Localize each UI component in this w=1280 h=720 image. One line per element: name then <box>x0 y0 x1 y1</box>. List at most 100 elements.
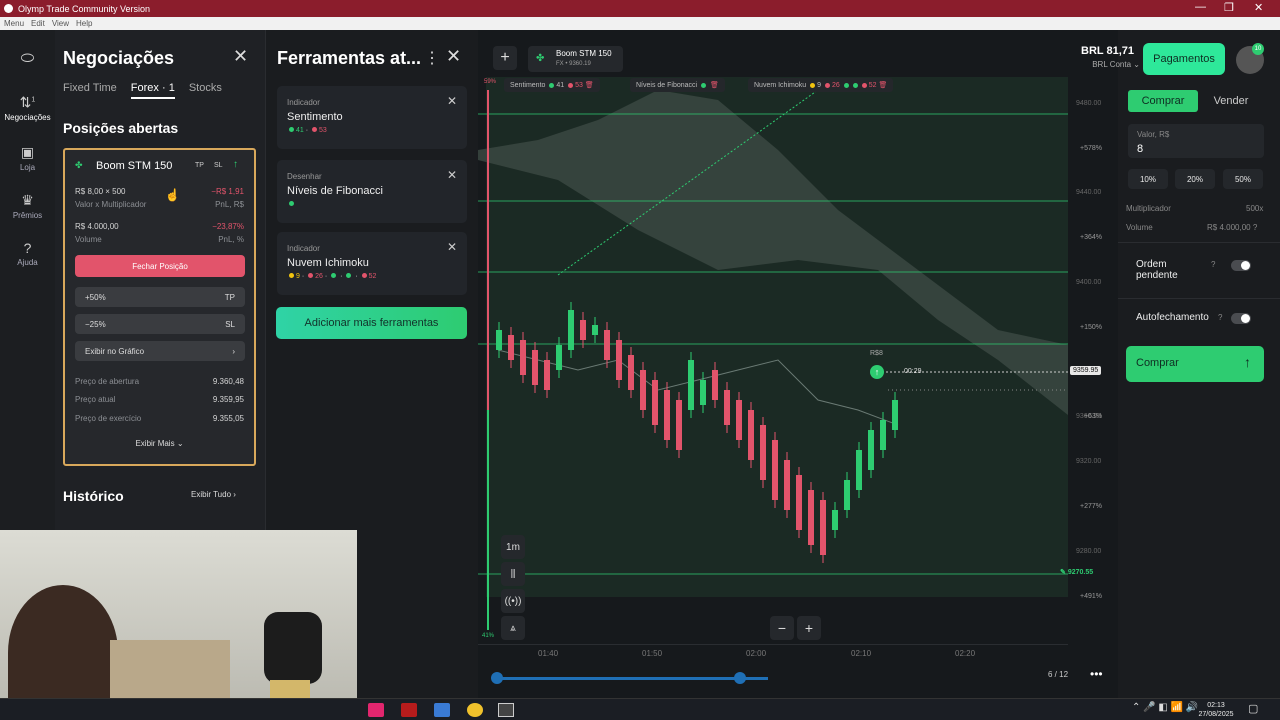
menu-bar: Menu Edit View Help <box>0 17 1280 30</box>
window-title: Olymp Trade Community Version <box>18 3 151 14</box>
maximize-icon[interactable]: ❐ <box>1224 1 1234 14</box>
legend-ichimoku[interactable]: Nuvem Ichimoku 9 26 52 🗑 <box>748 78 894 92</box>
taskbar-app-icon[interactable] <box>434 703 450 717</box>
tools-title: Ferramentas at... <box>277 48 422 68</box>
close-tools-icon[interactable]: ✕ <box>446 46 461 67</box>
menu-item-edit[interactable]: Edit <box>31 19 45 28</box>
legend-sentimento[interactable]: Sentimento 41 53 🗑 <box>504 78 600 92</box>
sell-tab[interactable]: Vender <box>1198 90 1264 112</box>
tab-forex[interactable]: Forex · 1 <box>130 82 175 99</box>
app-logo-icon <box>4 4 13 13</box>
show-on-chart-button[interactable]: Exibir no Gráfico › <box>75 341 245 361</box>
autoclose-toggle[interactable] <box>1231 313 1251 324</box>
tray-icons[interactable]: ⌃ 🎤 ◧ 📶 🔊 <box>1132 702 1198 713</box>
add-chart-button[interactable]: + <box>493 46 517 70</box>
taskbar-app-icon[interactable] <box>401 703 417 717</box>
pending-order-toggle[interactable] <box>1231 260 1251 271</box>
candle <box>832 510 838 530</box>
trophy-icon: ♛ <box>21 192 34 208</box>
time-tick: 01:50 <box>642 649 663 658</box>
legend-fibonacci[interactable]: Níveis de Fibonacci 🗑 <box>630 78 725 92</box>
price-tick: 9480.00 <box>1076 100 1102 107</box>
help-icon[interactable]: ? <box>1218 313 1222 322</box>
time-tick: 02:20 <box>955 649 976 658</box>
payments-button[interactable]: Pagamentos <box>1143 43 1225 75</box>
pencil-icon: ✎ <box>1060 569 1066 576</box>
candle <box>820 500 826 555</box>
menu-item-view[interactable]: View <box>52 19 69 28</box>
notifications-icon[interactable]: ▢ <box>1248 702 1258 715</box>
timeline-scrollbar[interactable] <box>496 677 768 680</box>
chart-area[interactable]: + ✤ Boom STM 150 FX • 9360.19 59% 41% Se… <box>478 30 1118 698</box>
menu-item-menu[interactable]: Menu <box>4 19 24 28</box>
help-icon: ? <box>1252 223 1258 232</box>
balance: BRL 81,71 <box>1081 45 1134 57</box>
trade-amount-label: R$8 <box>870 350 883 357</box>
candle <box>508 335 514 360</box>
taskbar-app-icon[interactable] <box>498 703 514 717</box>
preset-50-button[interactable]: 50% <box>1223 169 1263 189</box>
clock[interactable]: 02:13 27/08/2025 <box>1196 701 1236 719</box>
candle <box>664 390 670 440</box>
preset-20-button[interactable]: 20% <box>1175 169 1215 189</box>
tool-card-sentimento[interactable]: Indicador Sentimento ✕ 41 · 53 <box>277 86 467 149</box>
taskbar-app-icon[interactable] <box>467 703 483 717</box>
candle <box>652 380 658 425</box>
buy-button[interactable]: Comprar ↑ <box>1126 346 1264 382</box>
minimize-icon[interactable]: — <box>1195 1 1206 13</box>
tab-stocks[interactable]: Stocks <box>189 82 222 99</box>
drawing-tools-icon[interactable]: ⩓ <box>501 616 525 640</box>
price-chart[interactable] <box>478 30 1118 698</box>
nav-item-premios[interactable]: ♛ Prêmios <box>0 192 55 220</box>
candle <box>856 450 862 490</box>
more-options-icon[interactable]: ••• <box>1090 667 1103 681</box>
amount-input[interactable]: Valor, R$ 8 <box>1128 124 1264 158</box>
candle <box>556 345 562 370</box>
add-tools-button[interactable]: Adicionar mais ferramentas <box>276 307 467 339</box>
timeframe-button[interactable]: 1m <box>501 535 525 559</box>
tab-fixed-time[interactable]: Fixed Time <box>63 82 117 99</box>
taskbar-app-icon[interactable] <box>368 703 384 717</box>
close-trades-icon[interactable]: ✕ <box>233 46 248 67</box>
close-window-icon[interactable]: ✕ <box>1254 1 1263 14</box>
scroll-handle-right[interactable] <box>734 672 746 684</box>
nav-item-ajuda[interactable]: ? Ajuda <box>0 240 55 267</box>
account-type[interactable]: BRL Conta ⌄ <box>1074 60 1140 69</box>
tool-card-fibonacci[interactable]: Desenhar Níveis de Fibonacci ✕ <box>277 160 467 223</box>
take-profit-field[interactable]: +50% TP <box>75 287 245 307</box>
scroll-handle-left[interactable] <box>491 672 503 684</box>
candle <box>796 475 802 530</box>
stop-loss-field[interactable]: −25% SL <box>75 314 245 334</box>
tool-card-ichimoku[interactable]: Indicador Nuvem Ichimoku ✕ 9 · 26 · · · 52 <box>277 232 467 295</box>
remove-tool-icon[interactable]: ✕ <box>447 94 457 108</box>
remove-tool-icon[interactable]: ✕ <box>447 240 457 254</box>
candle <box>760 425 766 480</box>
nav-item-loja[interactable]: ▣ Loja <box>0 144 55 172</box>
asset-selector[interactable]: ✤ Boom STM 150 FX • 9360.19 <box>528 46 623 72</box>
preset-10-button[interactable]: 10% <box>1128 169 1168 189</box>
buy-marker-icon[interactable]: ↑ <box>870 365 884 379</box>
remove-tool-icon[interactable]: ✕ <box>447 168 457 182</box>
candle <box>676 400 682 450</box>
nav-item-negociacoes[interactable]: ⇅1 Negociações <box>0 94 55 122</box>
stop-price-tag: ✎ 9270.55 <box>1060 569 1094 576</box>
zoom-in-button[interactable]: + <box>797 616 821 640</box>
app-brand-icon[interactable]: ⬭ <box>0 50 55 70</box>
sl-tag: SL <box>214 162 223 169</box>
close-position-button[interactable]: Fechar Posição <box>75 255 245 277</box>
candle-type-icon[interactable]: ⫼ <box>501 562 525 586</box>
asset-icon: ✤ <box>536 53 545 64</box>
show-all-link[interactable]: Exibir Tudo › <box>191 490 236 499</box>
zoom-out-button[interactable]: − <box>770 616 794 640</box>
show-more-button[interactable]: Exibir Mais ⌄ <box>65 439 254 448</box>
candle <box>496 330 502 350</box>
help-icon[interactable]: ? <box>1211 260 1215 269</box>
menu-item-help[interactable]: Help <box>76 19 92 28</box>
candle <box>808 490 814 545</box>
asset-icon: ✤ <box>75 160 83 170</box>
more-vertical-icon[interactable]: ⋮ <box>424 48 440 68</box>
position-card[interactable]: ✤ Boom STM 150 TP SL ↑ R$ 8,00 × 500 −R$ … <box>63 148 256 466</box>
signal-icon[interactable]: ((•)) <box>501 589 525 613</box>
history-title: Histórico <box>63 488 124 504</box>
buy-tab[interactable]: Comprar <box>1128 90 1198 112</box>
